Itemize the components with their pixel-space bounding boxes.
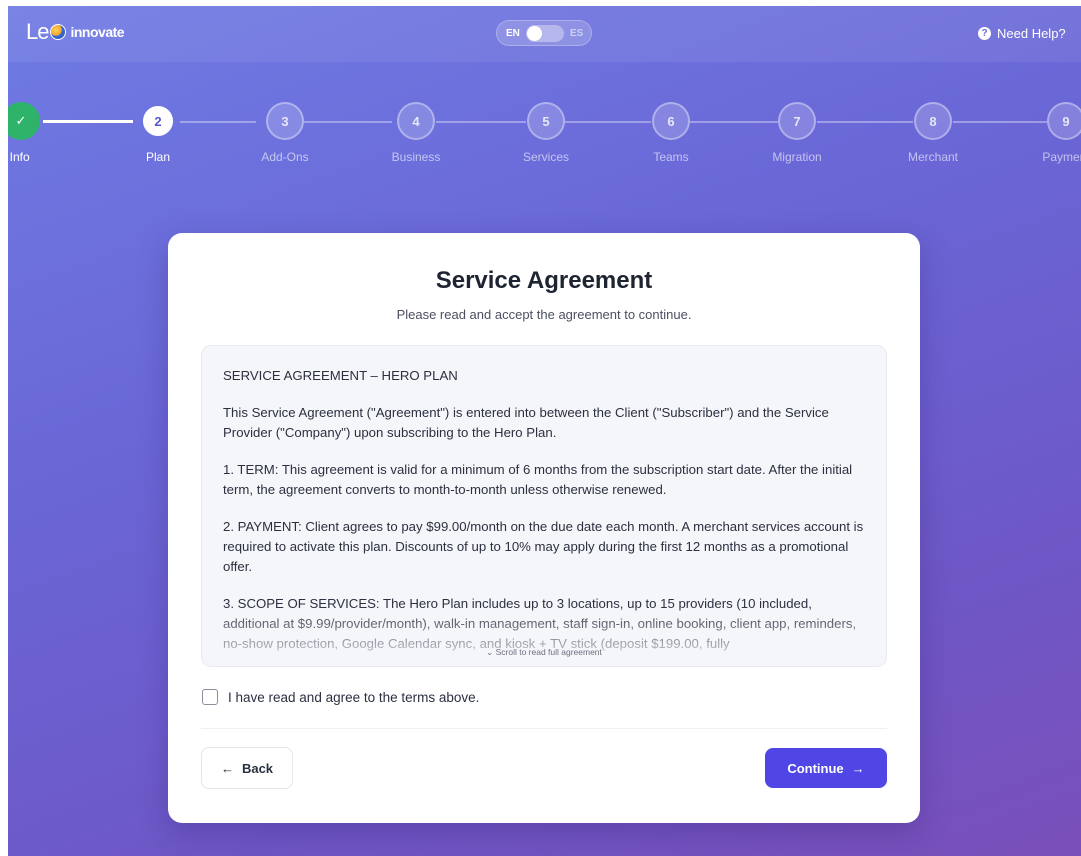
page-background: Le innovate EN ES ? Need Help? ✓ Owner I… xyxy=(8,6,1081,856)
step-business[interactable]: 4 Business xyxy=(376,102,456,164)
continue-button[interactable]: Continue → xyxy=(765,748,887,788)
step-number: 2 xyxy=(143,106,173,136)
step-owner-info[interactable]: ✓ Owner Info xyxy=(8,102,61,164)
agreement-heading: SERVICE AGREEMENT – HERO PLAN xyxy=(223,368,458,383)
lang-en-label: EN xyxy=(506,28,520,39)
step-label: Migration xyxy=(772,150,822,164)
agreement-paragraph: 2. PAYMENT: Client agrees to pay $99.00/… xyxy=(223,519,864,574)
step-number: 6 xyxy=(652,102,690,140)
divider xyxy=(201,728,887,729)
back-button[interactable]: ← Back xyxy=(201,747,293,789)
agreement-card: Service Agreement Please read and accept… xyxy=(168,233,920,823)
globe-icon xyxy=(50,24,67,40)
logo: Le innovate xyxy=(26,19,125,44)
lang-es-label: ES xyxy=(570,28,584,39)
agreement-paragraph: 1. TERM: This agreement is valid for a m… xyxy=(223,462,853,497)
step-number: 9 xyxy=(1047,102,1081,140)
step-plan[interactable]: 2 Plan xyxy=(118,102,198,164)
arrow-right-icon: → xyxy=(851,760,865,776)
progress-stepper: ✓ Owner Info 2 Plan 3 Add-Ons 4 Business… xyxy=(8,102,1081,172)
agreement-paragraph: This Service Agreement ("Agreement") is … xyxy=(223,405,829,440)
step-number: 8 xyxy=(914,102,952,140)
continue-button-label: Continue xyxy=(787,760,844,776)
step-migration[interactable]: 7 Migration xyxy=(757,102,837,164)
step-payment[interactable]: 9 Payment xyxy=(1026,102,1081,164)
step-number: 7 xyxy=(778,102,816,140)
language-toggle[interactable]: EN ES xyxy=(496,20,592,46)
agree-checkbox-label[interactable]: I have read and agree to the terms above… xyxy=(228,690,479,705)
step-label: Add-Ons xyxy=(261,150,309,164)
agreement-text-box[interactable]: SERVICE AGREEMENT – HERO PLAN This Servi… xyxy=(201,345,887,667)
step-number: 4 xyxy=(397,102,435,140)
step-label: Payment xyxy=(1042,150,1081,164)
question-icon: ? xyxy=(978,27,991,40)
step-teams[interactable]: 6 Teams xyxy=(631,102,711,164)
lang-switch[interactable] xyxy=(526,25,564,42)
step-add-ons[interactable]: 3 Add-Ons xyxy=(245,102,325,164)
lang-switch-knob xyxy=(527,26,542,41)
step-label: Business xyxy=(391,150,441,164)
step-label: Plan xyxy=(145,150,171,164)
chevron-down-icon: ⌄ xyxy=(486,647,494,657)
step-label: Merchant xyxy=(907,150,959,164)
check-icon: ✓ xyxy=(8,102,40,140)
agree-checkbox[interactable] xyxy=(202,689,218,705)
need-help-label: Need Help? xyxy=(997,26,1066,41)
page-subtitle: Please read and accept the agreement to … xyxy=(396,307,692,322)
logo-wordmark: innovate xyxy=(70,24,125,40)
arrow-left-icon: ← xyxy=(220,760,234,776)
step-merchant[interactable]: 8 Merchant xyxy=(893,102,973,164)
page-title: Service Agreement xyxy=(435,267,653,294)
step-services[interactable]: 5 Services xyxy=(506,102,586,164)
step-label: Owner Info xyxy=(8,150,30,164)
step-label: Services xyxy=(522,150,569,164)
back-button-label: Back xyxy=(241,760,274,776)
scroll-hint: ⌄ Scroll to read full agreement xyxy=(202,647,886,658)
need-help-link[interactable]: ? Need Help? xyxy=(978,26,1066,41)
agree-checkbox-row[interactable]: I have read and agree to the terms above… xyxy=(202,689,479,705)
top-bar: Le innovate EN ES ? Need Help? xyxy=(8,6,1081,62)
step-number: 3 xyxy=(266,102,304,140)
logo-le: Le xyxy=(26,19,50,44)
scroll-hint-label: Scroll to read full agreement xyxy=(495,647,602,657)
step-label: Teams xyxy=(653,150,689,164)
step-number: 5 xyxy=(527,102,565,140)
